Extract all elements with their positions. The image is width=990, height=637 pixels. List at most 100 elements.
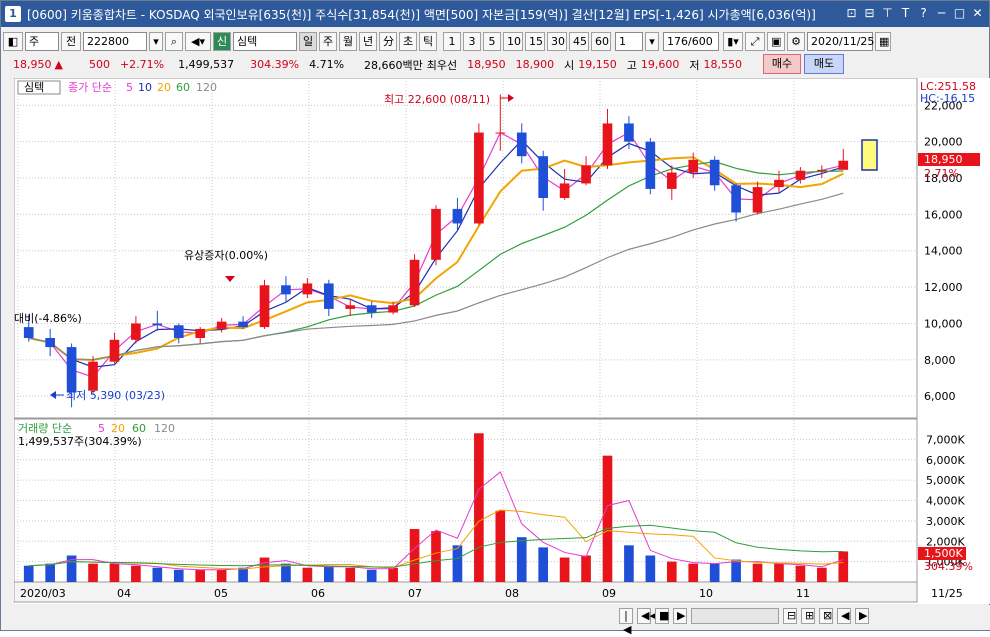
candle-body: [709, 159, 720, 186]
gear-icon[interactable]: ⚙: [787, 31, 805, 51]
vol-ma20-legend: 20: [111, 422, 125, 435]
candle-body: [452, 208, 463, 224]
prefix-button[interactable]: 전: [61, 31, 81, 51]
stock-name-field: 심텍: [233, 31, 297, 51]
best-quote-label: 최우선: [426, 58, 458, 72]
chart-canvas[interactable]: 22,000 20,000 18,000 16,000 14,000 12,000 10,0…: [13, 77, 990, 604]
volume-bar: [216, 569, 227, 582]
close-icon[interactable]: ✕: [970, 5, 985, 21]
high-label: 고: [626, 58, 637, 72]
volume-bar: [474, 433, 484, 582]
scroll-right-icon[interactable]: ▶: [855, 608, 869, 624]
current-pct-tag-text: 2.71%: [924, 167, 959, 180]
volume-value-label: 1,499,537주(304.39%): [18, 435, 142, 448]
minimize-icon[interactable]: ─: [934, 5, 949, 21]
current-volume-pct: 304.39%: [924, 560, 973, 573]
restore-layout-icon[interactable]: ⊡: [844, 5, 859, 21]
current-bar-highlight: [861, 139, 878, 171]
candle-body: [238, 321, 248, 328]
chart-svg[interactable]: 22,00020,00018,00016,00014,00012,00010,0…: [13, 77, 990, 604]
calendar-icon[interactable]: ▦: [875, 31, 891, 51]
volume-bar: [345, 567, 356, 582]
interval-10-button[interactable]: 10: [503, 31, 523, 51]
code-dropdown-icon[interactable]: ▾: [149, 31, 163, 51]
period-week-tab[interactable]: 주: [319, 31, 337, 51]
maximize-icon[interactable]: □: [952, 5, 967, 21]
count-dropdown-icon[interactable]: ▾: [645, 31, 659, 51]
open-price: 19,150: [578, 58, 617, 71]
scroll-next-icon[interactable]: ▶: [673, 608, 687, 624]
stop-icon[interactable]: ■: [655, 608, 669, 624]
scroll-controls: |◀ ◀◀ ■ ▶ ⊟ ⊞ ⊠ ◀ ▶: [617, 608, 869, 636]
range-field[interactable]: 176/600: [663, 31, 719, 51]
volume-bar: [774, 563, 784, 582]
interval-5-button[interactable]: 5: [483, 31, 501, 51]
candle-body: [495, 132, 506, 134]
current-price-tag-text: 18,950: [924, 153, 963, 166]
volume-bar: [409, 529, 420, 582]
period-minute-tab[interactable]: 分: [379, 31, 397, 51]
period-month-tab[interactable]: 월: [339, 31, 357, 51]
stock-code-input[interactable]: 222800: [83, 31, 147, 51]
scroll-prev-icon[interactable]: ◀◀: [637, 608, 658, 624]
interval-30-button[interactable]: 30: [547, 31, 567, 51]
candle-body: [23, 327, 34, 338]
interval-60-button[interactable]: 60: [591, 31, 611, 51]
sound-icon[interactable]: ◀▾: [185, 31, 211, 51]
zoom-in-icon[interactable]: ⊞: [801, 608, 815, 624]
layout-icon[interactable]: ◧: [3, 31, 23, 51]
volume-y-tick: 5,000K: [926, 474, 965, 487]
stock-type-select[interactable]: 주: [25, 31, 59, 51]
period-second-tab[interactable]: 초: [399, 31, 417, 51]
volume-bar: [23, 565, 34, 582]
period-tick-tab[interactable]: 틱: [419, 31, 437, 51]
high-price: 19,600: [640, 58, 680, 71]
count-input[interactable]: 1: [615, 31, 643, 51]
left-annotation: 대비(-4.86%): [14, 312, 82, 325]
search-icon[interactable]: ⌕: [165, 31, 183, 51]
price-y-tick: 14,000: [924, 245, 963, 258]
volume-bar: [152, 567, 163, 582]
help-icon[interactable]: ?: [916, 5, 931, 21]
indicator-icon[interactable]: ⤢: [745, 31, 765, 51]
candle-body: [474, 132, 484, 224]
zoom-fit-icon[interactable]: ⊠: [819, 608, 833, 624]
interval-45-button[interactable]: 45: [569, 31, 589, 51]
candle-body: [88, 361, 98, 391]
volume-bar: [538, 547, 549, 582]
price-y-tick: 16,000: [924, 208, 963, 221]
scroll-first-icon[interactable]: |◀: [619, 608, 633, 636]
price-y-tick: 12,000: [924, 281, 963, 294]
sell-button[interactable]: 매도: [804, 54, 844, 74]
period-day-tab[interactable]: 일: [299, 31, 317, 51]
ma10-legend: 10: [138, 81, 152, 94]
current-volume-tag-text: 1,500K: [924, 547, 963, 560]
scroll-bar[interactable]: |◀ ◀◀ ■ ▶ ⊟ ⊞ ⊠ ◀ ▶: [14, 605, 990, 636]
scroll-track[interactable]: [691, 608, 779, 624]
ma60-legend: 60: [176, 81, 190, 94]
split-view-icon[interactable]: ⊟: [862, 5, 877, 21]
date-input[interactable]: 2020/11/25: [807, 31, 874, 51]
pin-icon[interactable]: ⊤: [880, 5, 895, 21]
text-tool-icon[interactable]: T: [898, 5, 913, 21]
save-icon[interactable]: ▣: [767, 31, 785, 51]
hc-label: HC:-16.15: [920, 92, 975, 105]
candle-body: [259, 285, 270, 328]
candle-body: [516, 132, 527, 157]
low-price: 18,550: [703, 58, 743, 71]
interval-15-button[interactable]: 15: [525, 31, 545, 51]
interval-1-button[interactable]: 1: [443, 31, 461, 51]
vol-ma120-legend: 120: [154, 422, 175, 435]
low-label: 저: [689, 58, 700, 72]
candle-body: [752, 187, 763, 213]
buy-button[interactable]: 매수: [763, 54, 801, 74]
scroll-left-icon[interactable]: ◀: [837, 608, 851, 624]
candle-body: [431, 208, 441, 260]
interval-3-button[interactable]: 3: [463, 31, 481, 51]
price-legend-prefix: 종가 단순: [68, 81, 112, 94]
period-year-tab[interactable]: 년: [359, 31, 377, 51]
volume-bar: [752, 563, 763, 582]
candle-type-icon[interactable]: ▮▾: [723, 31, 743, 51]
zoom-out-icon[interactable]: ⊟: [783, 608, 797, 624]
quote-bar: 18,950 ▲ 500 +2.71% 1,499,537 304.39% 4.…: [1, 54, 989, 75]
